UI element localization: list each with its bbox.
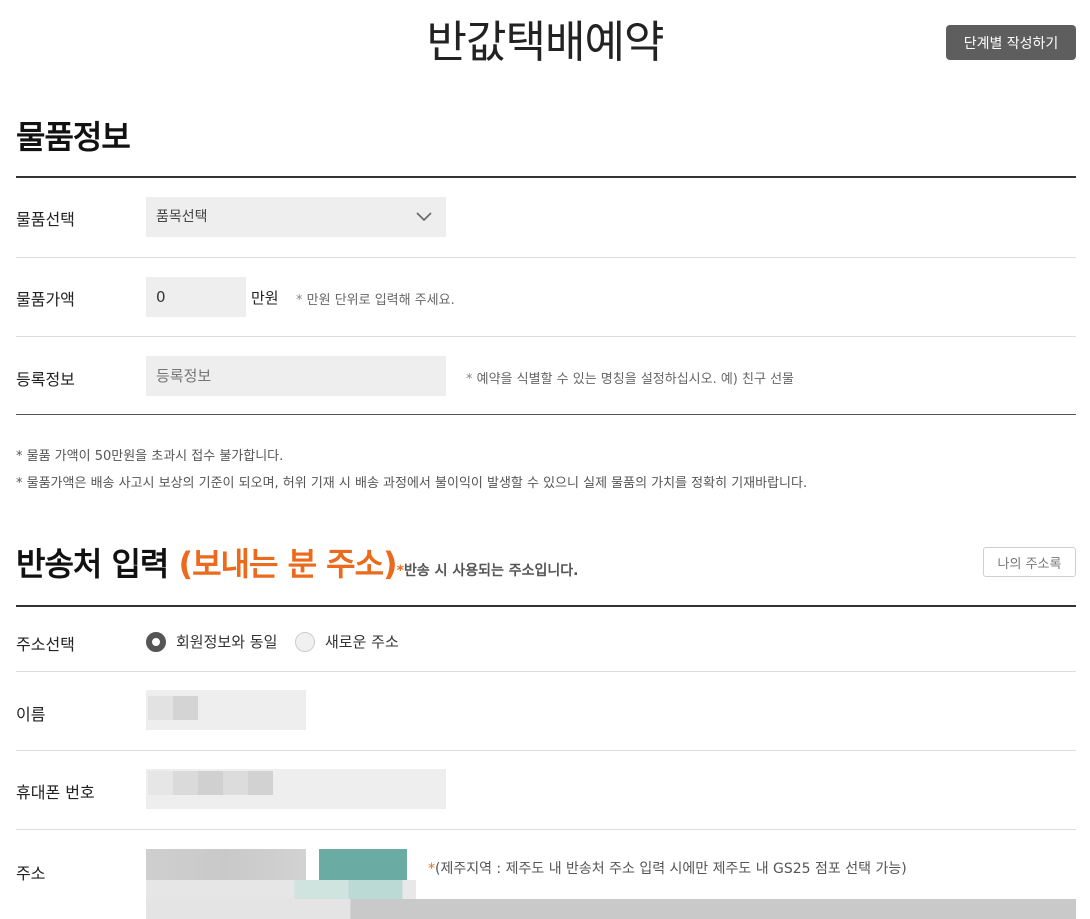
sender-section-title-highlight: (보내는 분 주소) — [178, 545, 397, 583]
sender-section-title: 반송처 입력 (보내는 분 주소)*반송 시 사용되는 주소입니다. — [16, 539, 578, 585]
radio-new-address-label: 새로운 주소 — [325, 633, 399, 651]
divider — [16, 829, 1076, 830]
item-value-hint-text: 만원 단위로 입력해 주세요. — [306, 293, 455, 308]
detail-address-input[interactable] — [146, 899, 1076, 919]
zipcode-search-button[interactable] — [319, 849, 407, 881]
divider — [16, 414, 1076, 415]
redacted-name — [148, 696, 198, 720]
notice-line-1: * 물품 가액이 50만원을 초과시 접수 불가합니다. — [16, 449, 284, 464]
divider — [16, 750, 1076, 751]
item-value-label: 물품가액 — [16, 290, 75, 309]
registration-input[interactable] — [146, 356, 446, 396]
divider — [16, 257, 1076, 258]
radio-same-as-member-label: 회원정보와 동일 — [176, 633, 278, 651]
page-title: 반값택배예약 — [426, 17, 665, 68]
jeju-address-hint: *(제주지역 : 제주도 내 반송처 주소 입력 시에만 제주도 내 GS25 … — [428, 858, 907, 878]
my-address-book-button[interactable]: 나의 주소록 — [983, 547, 1076, 577]
item-section-title: 물품정보 — [16, 118, 131, 156]
name-input[interactable] — [146, 690, 306, 730]
radio-checked-icon — [146, 631, 166, 652]
radio-new-address[interactable]: 새로운 주소 — [295, 631, 399, 652]
item-value-hint: * 만원 단위로 입력해 주세요. — [296, 289, 455, 308]
sender-section-title-text: 반송처 입력 — [16, 545, 169, 583]
item-select-label: 물품선택 — [16, 210, 75, 229]
item-value-unit: 만원 — [251, 289, 279, 307]
item-category-select[interactable]: 품목선택 — [146, 197, 446, 237]
divider — [16, 605, 1076, 607]
registration-label: 등록정보 — [16, 370, 75, 389]
radio-unchecked-icon — [295, 631, 315, 652]
name-label: 이름 — [16, 705, 46, 724]
radio-same-as-member[interactable]: 회원정보와 동일 — [146, 631, 277, 652]
phone-label: 휴대폰 번호 — [16, 783, 95, 802]
item-category-select-value: 품목선택 — [156, 209, 208, 225]
address-select-label: 주소선택 — [16, 635, 75, 654]
divider — [16, 176, 1076, 178]
item-value-input[interactable] — [146, 277, 246, 317]
divider — [16, 336, 1076, 337]
registration-hint-text: 예약을 식별할 수 있는 명칭을 설정하십시오. 예) 친구 선물 — [476, 372, 794, 387]
jeju-address-hint-text: (제주지역 : 제주도 내 반송처 주소 입력 시에만 제주도 내 GS25 점… — [435, 861, 907, 877]
registration-hint: * 예약을 식별할 수 있는 명칭을 설정하십시오. 예) 친구 선물 — [466, 368, 794, 387]
redacted-phone — [148, 771, 273, 795]
hint-asterisk: * — [296, 293, 303, 308]
hint-asterisk: * — [428, 861, 435, 877]
hint-asterisk: * — [396, 563, 404, 579]
step-by-step-button[interactable]: 단계별 작성하기 — [946, 25, 1076, 60]
divider — [16, 671, 1076, 672]
address-label: 주소 — [16, 864, 46, 883]
sender-section-hint: 반송 시 사용되는 주소입니다. — [403, 563, 579, 579]
chevron-down-icon — [416, 212, 432, 222]
hint-asterisk: * — [466, 372, 473, 387]
notice-line-2: * 물품가액은 배송 사고시 보상의 기준이 되오며, 허위 기재 시 배송 과… — [16, 476, 808, 491]
phone-input[interactable] — [146, 769, 446, 809]
